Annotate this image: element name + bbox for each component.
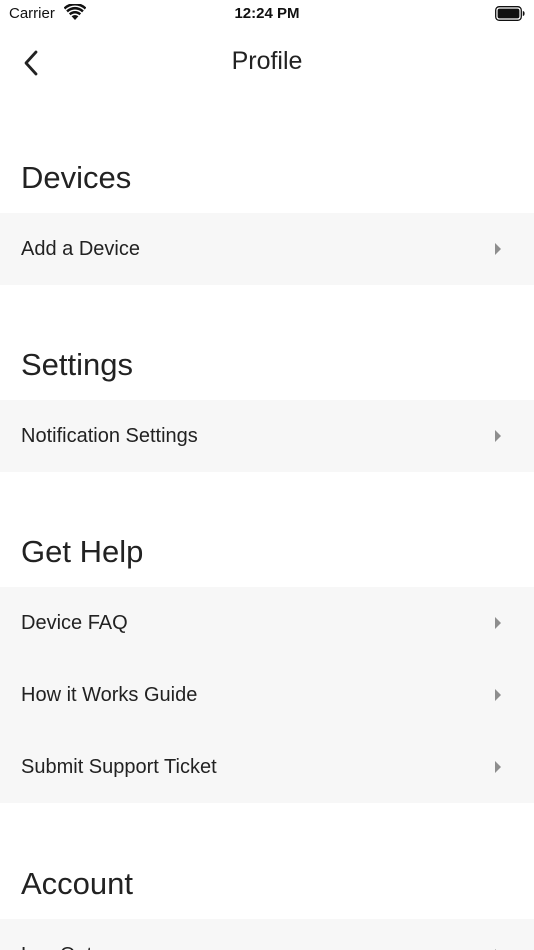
clock: 12:24 PM	[234, 5, 300, 22]
row-submit-support-ticket[interactable]: Submit Support Ticket	[0, 731, 534, 803]
section-header-account: Account	[21, 866, 134, 901]
group-account: Log Out	[0, 919, 534, 950]
row-notification-settings[interactable]: Notification Settings	[0, 400, 534, 472]
group-settings: Notification Settings	[0, 400, 534, 472]
section-header-settings: Settings	[21, 347, 134, 382]
row-label: Add a Device	[21, 238, 140, 260]
row-log-out[interactable]: Log Out	[0, 919, 534, 950]
row-label: How it Works Guide	[21, 684, 198, 706]
triangle-right-icon	[495, 430, 501, 442]
row-device-faq[interactable]: Device FAQ	[0, 587, 534, 659]
row-how-it-works-guide[interactable]: How it Works Guide	[0, 659, 534, 731]
section-header-devices: Devices	[21, 160, 132, 195]
row-label: Notification Settings	[21, 425, 198, 447]
status-bar: Carrier 12:24 PM	[0, 0, 534, 30]
navigation-bar: Profile	[0, 38, 534, 88]
section-header-get-help: Get Help	[21, 534, 144, 569]
triangle-right-icon	[495, 243, 501, 255]
group-get-help: Device FAQ How it Works Guide Submit Sup…	[0, 587, 534, 803]
triangle-right-icon	[495, 617, 501, 629]
triangle-right-icon	[495, 761, 501, 773]
page-title: Profile	[231, 47, 303, 75]
triangle-right-icon	[495, 689, 501, 701]
battery-icon	[495, 6, 525, 21]
row-label: Device FAQ	[21, 612, 128, 634]
group-devices: Add a Device	[0, 213, 534, 285]
row-label: Log Out	[21, 919, 92, 950]
row-label: Submit Support Ticket	[21, 756, 217, 778]
row-add-device[interactable]: Add a Device	[0, 213, 534, 285]
